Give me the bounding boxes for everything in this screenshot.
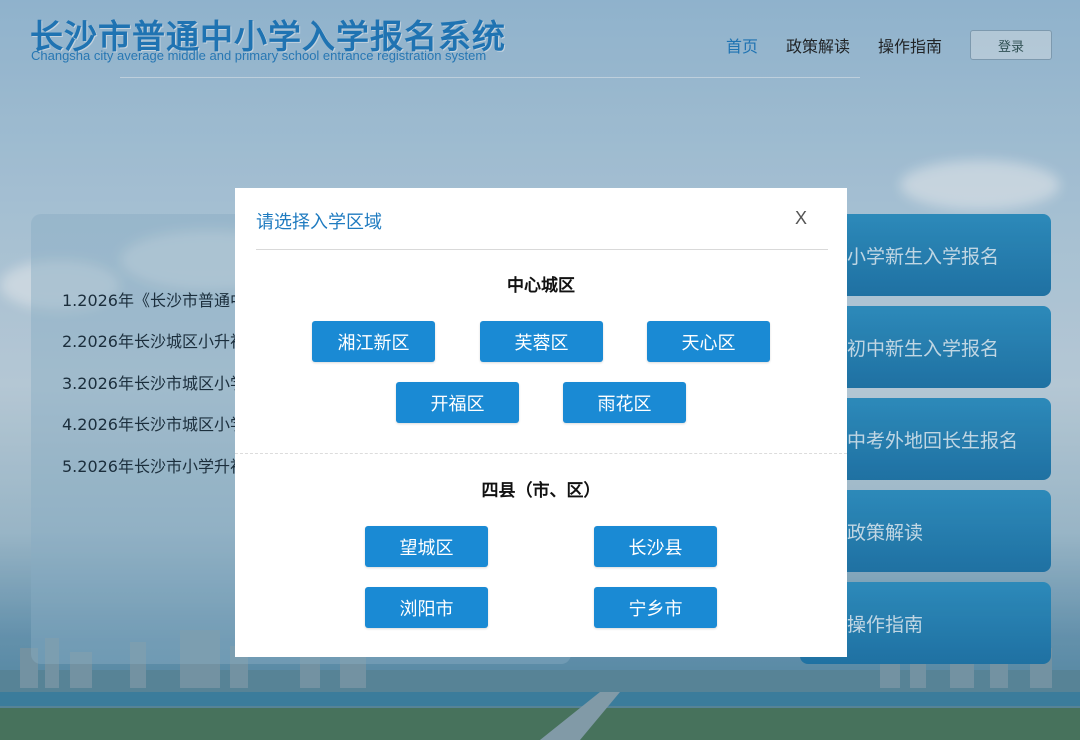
district-button-changsha-county[interactable]: 长沙县 xyxy=(594,526,717,567)
section-title-counties: 四县（市、区） xyxy=(481,481,601,501)
close-button[interactable]: X xyxy=(795,208,807,229)
district-button-furong[interactable]: 芙蓉区 xyxy=(480,321,603,362)
district-button-liuyang[interactable]: 浏阳市 xyxy=(365,587,488,628)
district-button-kaifu[interactable]: 开福区 xyxy=(396,382,519,423)
section-title-central: 中心城区 xyxy=(507,276,575,296)
section-divider xyxy=(235,453,847,454)
district-button-ningxiang[interactable]: 宁乡市 xyxy=(594,587,717,628)
district-button-wangcheng[interactable]: 望城区 xyxy=(365,526,488,567)
modal-divider xyxy=(256,249,828,250)
district-button-xiangjiang[interactable]: 湘江新区 xyxy=(312,321,435,362)
region-select-modal: 请选择入学区域 X 中心城区 湘江新区 芙蓉区 天心区 开福区 雨花区 四县（市… xyxy=(235,188,847,657)
district-button-yuhua[interactable]: 雨花区 xyxy=(563,382,686,423)
modal-title: 请选择入学区域 xyxy=(256,212,382,233)
district-button-tianxin[interactable]: 天心区 xyxy=(647,321,770,362)
